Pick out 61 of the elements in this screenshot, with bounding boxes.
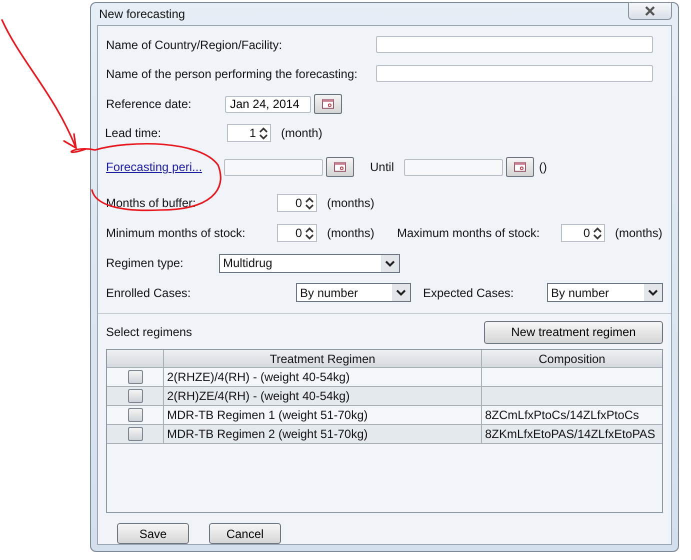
calendar-icon	[322, 99, 334, 109]
dialog-button[interactable]: Cancel	[209, 523, 281, 544]
text-field[interactable]	[376, 36, 653, 53]
checkbox[interactable]	[128, 408, 142, 422]
dropdown[interactable]: Multidrug	[219, 254, 400, 272]
table-cell-text: 8ZKmLfxEtoPAS/14ZLfxEtoPAS	[484, 426, 656, 443]
close-icon	[645, 6, 655, 16]
number-spinner[interactable]: 1	[227, 124, 271, 142]
unit-label: (months)	[615, 226, 662, 240]
unit-label: (months)	[327, 196, 374, 210]
dialog-button[interactable]: Save	[117, 523, 189, 544]
field-label: Until	[370, 160, 394, 174]
caret-icon	[385, 260, 395, 266]
caret-icon	[648, 289, 658, 296]
field-label: Regimen type:	[106, 256, 184, 270]
calendar-button[interactable]	[314, 94, 342, 114]
date-field[interactable]: Jan 24, 2014	[225, 96, 311, 112]
number-spinner[interactable]: 0	[277, 194, 317, 212]
spinner-arrows-icon	[259, 126, 268, 140]
unit-label: (months)	[327, 226, 376, 240]
window-title: New forecasting	[98, 7, 186, 21]
forecasting-period-link[interactable]: Forecasting peri...	[106, 160, 224, 174]
spinner-arrows-icon	[305, 226, 314, 240]
dropdown[interactable]: By number	[296, 283, 411, 302]
column-header: Treatment Regimen	[164, 350, 482, 367]
field-label: Enrolled Cases:	[106, 286, 192, 300]
date-field[interactable]	[224, 158, 323, 176]
new-regimen-button[interactable]: New treatment regimen	[484, 320, 663, 344]
column-header: Composition	[538, 350, 606, 367]
field-label: Maximum months of stock:	[397, 226, 541, 240]
table-cell-text: 8ZCmLfxPtoCs/14ZLfxPtoCs	[484, 407, 640, 424]
calendar-icon	[514, 162, 526, 172]
checkbox[interactable]	[128, 427, 142, 441]
field-label: Reference date:	[106, 97, 192, 111]
calendar-button[interactable]	[326, 157, 354, 177]
table-cell: MDR-TB Regimen 1 (weight 51-70kg)	[164, 406, 482, 424]
field-label: Lead time:	[105, 126, 162, 140]
dropdown[interactable]: By number	[547, 283, 663, 302]
calendar-icon	[334, 162, 346, 172]
checkbox[interactable]	[128, 370, 142, 384]
table-cell: 2(RHZE)/4(RH) - (weight 40-54kg)	[164, 368, 482, 386]
spinner-arrows-icon	[305, 196, 314, 210]
field-label: Months of buffer:	[106, 196, 197, 210]
section-label: Select regimens	[106, 325, 192, 339]
number-spinner[interactable]: 0	[561, 224, 605, 242]
number-spinner[interactable]: 0	[277, 224, 317, 242]
field-label: Name of Country/Region/Facility:	[106, 38, 284, 52]
field-label: ()	[539, 160, 548, 174]
caret-icon	[396, 289, 406, 296]
text-field[interactable]	[376, 65, 653, 82]
field-label: Expected Cases:	[422, 286, 515, 300]
spinner-arrows-icon	[593, 226, 602, 240]
unit-label: (month)	[281, 126, 322, 140]
checkbox[interactable]	[128, 389, 142, 403]
table-cell: 2(RH)ZE/4(RH) - (weight 40-54kg)	[164, 387, 482, 405]
date-field[interactable]	[404, 158, 504, 176]
calendar-button[interactable]	[506, 157, 534, 177]
field-label: Minimum months of stock:	[106, 226, 246, 240]
table-cell: MDR-TB Regimen 2 (weight 51-70kg)	[164, 425, 482, 443]
field-label: Name of the person performing the forecasting:	[106, 66, 358, 80]
close-button[interactable]	[628, 2, 672, 20]
